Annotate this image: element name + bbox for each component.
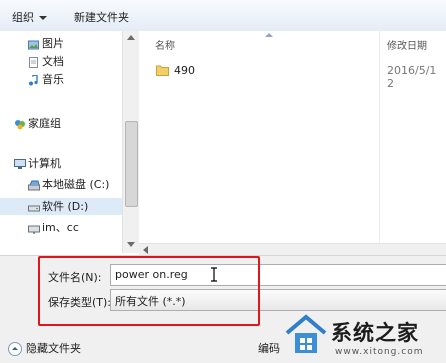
toolbar: 组织 新建文件夹 [0,0,446,32]
nav-scrollbar[interactable] [122,31,139,253]
nav-item-local-disk-c[interactable]: 本地磁盘 (C:) [28,176,109,193]
scroll-down-arrow-icon[interactable] [127,242,135,247]
file-date: 2016/5/1 2 [387,64,437,90]
encoding-label: 编码 [258,342,280,355]
organize-label: 组织 [12,11,34,24]
nav-item-computer[interactable]: 计算机 [14,155,61,172]
drive-icon [28,201,40,212]
chevron-down-icon [39,16,47,20]
annotation-highlight-box [38,256,260,326]
organize-button[interactable]: 组织 [12,9,47,25]
nav-item-label: 软件 (D:) [42,200,89,213]
nav-item-label: 本地磁盘 (C:) [42,178,110,191]
nav-item-homegroup[interactable]: 家庭组 [14,115,61,132]
nav-item-pictures[interactable]: 图片 [28,35,64,52]
navigation-pane: 图片 文档 音乐 家庭组 计算机 本地磁盘 (C:) 软件 (D:) im、cc [0,31,122,253]
local-disk-icon [28,179,40,191]
nav-item-music[interactable]: 音乐 [28,71,64,88]
scroll-left-arrow-icon[interactable] [143,246,148,254]
nav-item-label: im、cc [42,221,79,234]
music-icon [28,74,39,86]
file-name: 490 [174,64,195,77]
nav-item-label: 计算机 [28,157,61,170]
hide-folders-label: 隐藏文件夹 [26,342,81,355]
watermark-logo-icon [283,311,329,357]
file-list: 名称 修改日期 490 2016/5/1 2 [139,31,446,243]
nav-item-documents[interactable]: 文档 [28,53,64,70]
documents-icon [28,56,39,68]
new-folder-button[interactable]: 新建文件夹 [74,9,129,25]
homegroup-icon [14,118,25,130]
column-header-name[interactable]: 名称 [155,37,175,52]
nav-item-software-d[interactable]: 软件 (D:) [0,198,122,215]
sort-ascending-icon [265,33,273,37]
folder-icon [156,64,169,76]
hide-folders-button[interactable]: 隐藏文件夹 [8,340,81,356]
watermark: 系统之家 www.xitong.com [283,311,446,362]
watermark-text: 系统之家 [331,321,419,345]
list-item[interactable]: 490 2016/5/1 2 [139,61,446,90]
scroll-up-arrow-icon[interactable] [127,35,135,40]
network-drive-icon [28,222,40,234]
pictures-icon [28,38,39,50]
column-header-date[interactable]: 修改日期 [387,37,427,52]
nav-item-label: 家庭组 [28,117,61,130]
scrollbar-thumb[interactable] [125,121,138,207]
collapse-up-icon [8,342,22,356]
nav-item-network-drive[interactable]: im、cc [28,219,79,236]
nav-item-label: 文档 [42,55,64,68]
computer-icon [14,158,26,169]
nav-item-label: 音乐 [42,73,64,86]
nav-item-label: 图片 [42,37,64,50]
watermark-url: www.xitong.com [335,347,424,357]
